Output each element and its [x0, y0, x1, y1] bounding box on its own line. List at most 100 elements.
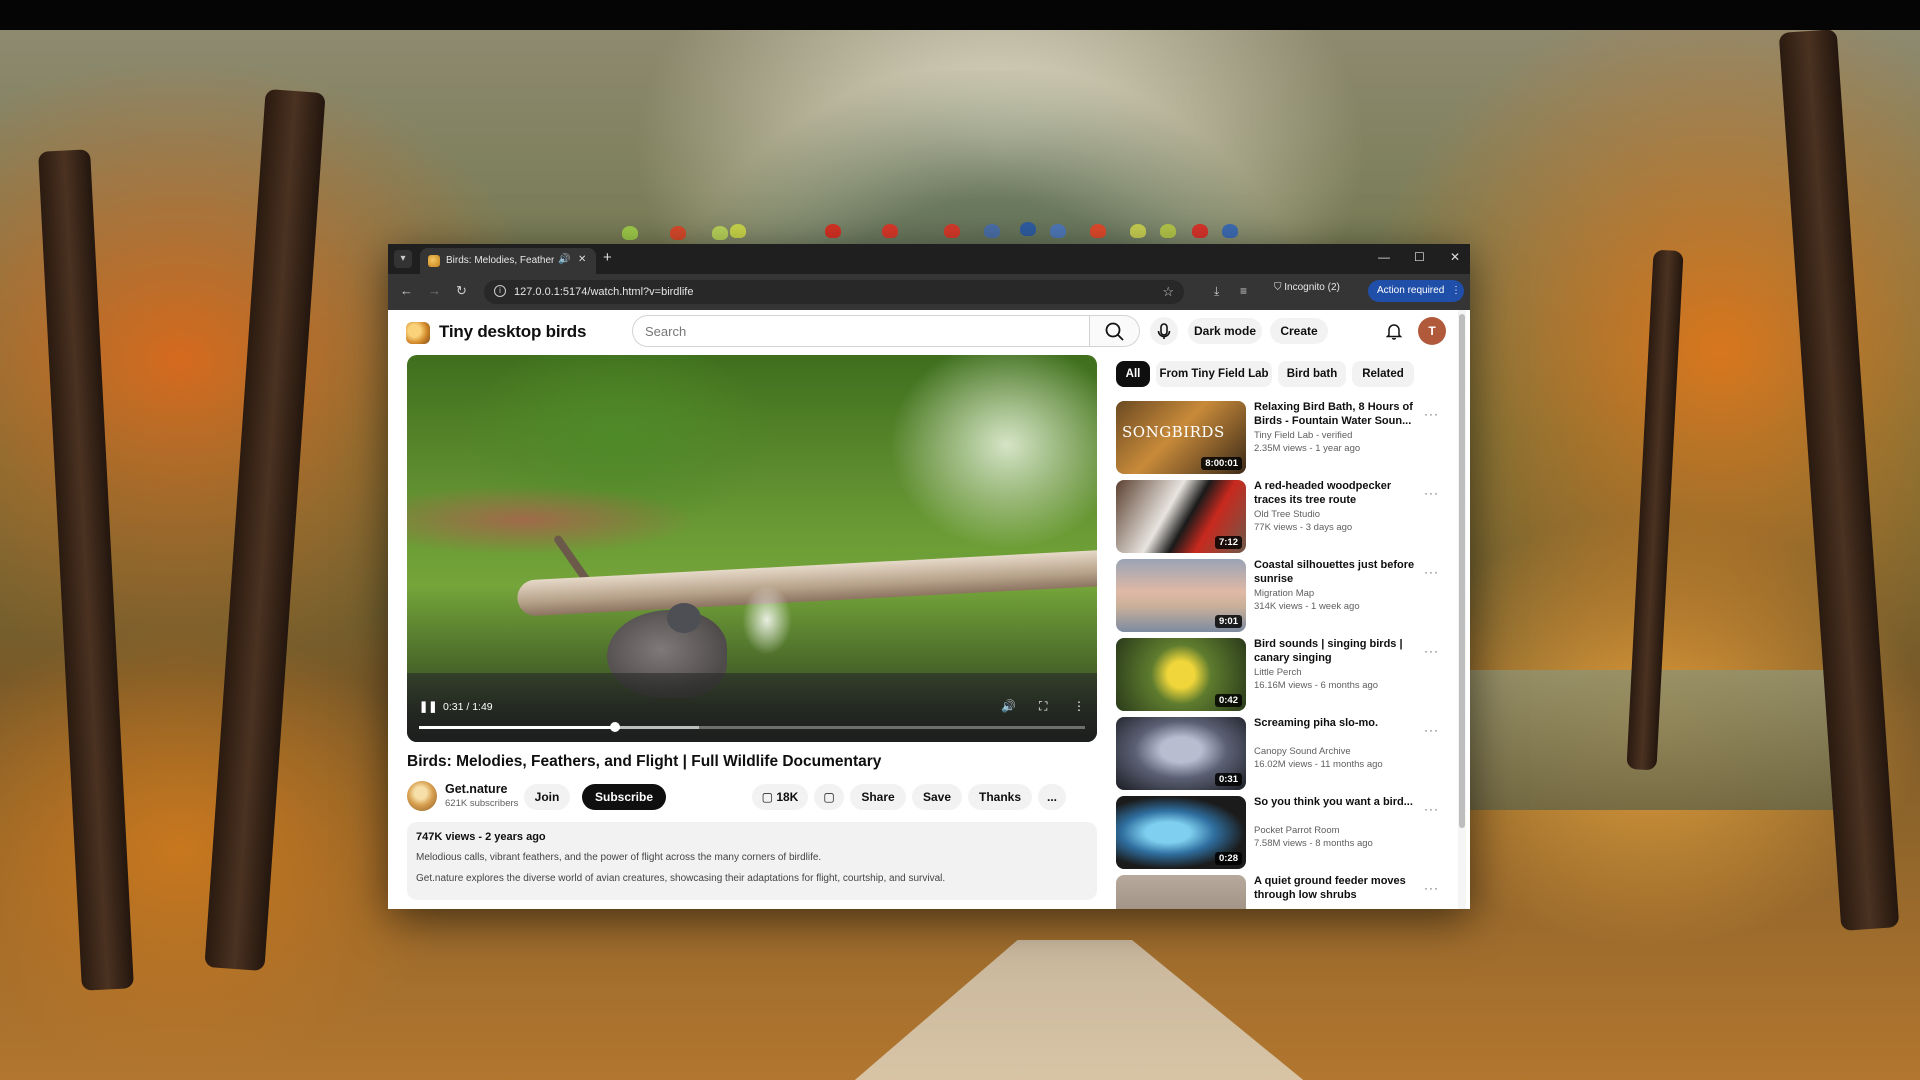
browser-tab[interactable]: Birds: Melodies, Feathers, and Flight | …	[420, 248, 596, 274]
desktop-bird[interactable]	[825, 224, 841, 238]
create-button[interactable]: Create	[1270, 318, 1328, 344]
tab-search-button[interactable]: ▾	[394, 250, 412, 268]
desktop-bird[interactable]	[882, 224, 898, 238]
address-bar[interactable]: i 127.0.0.1:5174/watch.html?v=birdlife ☆	[484, 280, 1184, 304]
channel-avatar[interactable]	[407, 781, 437, 811]
video-thumbnail[interactable]: 0:28	[1116, 796, 1246, 869]
notifications-button[interactable]	[1382, 319, 1406, 343]
thanks-button[interactable]: Thanks	[968, 784, 1032, 810]
video-thumbnail[interactable]: SONGBIRDS 8:00:01	[1116, 401, 1246, 474]
page-scrollbar[interactable]	[1458, 310, 1466, 909]
recommendation-title[interactable]: Screaming piha slo-mo.	[1254, 717, 1419, 731]
description-box[interactable]: 747K views - 2 years ago Melodious calls…	[407, 822, 1097, 900]
desktop-bird[interactable]	[1160, 224, 1176, 238]
more-options-icon[interactable]: ···	[1424, 802, 1439, 816]
chip-bird-bath[interactable]: Bird bath	[1278, 361, 1346, 387]
desktop-bird[interactable]	[670, 226, 686, 240]
download-icon[interactable]: ⤓	[1214, 284, 1219, 299]
user-avatar[interactable]: T	[1418, 317, 1446, 345]
site-logo-icon[interactable]	[406, 322, 430, 344]
action-required-button[interactable]: Action required ⋮	[1368, 280, 1464, 302]
channel-name[interactable]: Get.nature	[445, 782, 508, 796]
site-info-icon[interactable]: i	[494, 285, 506, 297]
maximize-button[interactable]: ☐	[1414, 250, 1425, 264]
desktop-bird[interactable]	[622, 226, 638, 240]
search-input[interactable]	[645, 322, 1045, 340]
recommendation-item[interactable]: 0:42 Bird sounds | singing birds | canar…	[1116, 638, 1446, 711]
desktop-bird[interactable]	[712, 226, 728, 240]
chip-all[interactable]: All	[1116, 361, 1150, 387]
media-controls-icon[interactable]: ≡	[1240, 284, 1247, 298]
volume-icon[interactable]: 🔊	[1001, 699, 1016, 713]
desktop-bird[interactable]	[1130, 224, 1146, 238]
more-options-icon[interactable]: ···	[1424, 723, 1439, 737]
more-options-icon[interactable]: ···	[1424, 407, 1439, 421]
incognito-indicator[interactable]: ⛉ Incognito (2)	[1274, 282, 1340, 293]
recommendation-item[interactable]: 7:12 A red-headed woodpecker traces its …	[1116, 480, 1446, 553]
minimize-button[interactable]: —	[1378, 250, 1390, 264]
reload-button[interactable]: ↻	[456, 283, 467, 299]
desktop-bird[interactable]	[1050, 224, 1066, 238]
recommendation-channel[interactable]: Canopy Sound Archive	[1254, 746, 1351, 757]
desktop-bird[interactable]	[944, 224, 960, 238]
more-options-icon[interactable]: ···	[1424, 565, 1439, 579]
forward-button[interactable]: →	[428, 283, 441, 298]
recommendation-item[interactable]: 9:01 Coastal silhouettes just before sun…	[1116, 559, 1446, 632]
back-button[interactable]: ←	[400, 283, 413, 298]
recommendation-item[interactable]: A quiet ground feeder moves through low …	[1116, 875, 1446, 909]
save-button[interactable]: Save	[912, 784, 962, 810]
desktop-bird[interactable]	[1222, 224, 1238, 238]
close-window-button[interactable]: ✕	[1450, 250, 1460, 264]
desktop-bird[interactable]	[1192, 224, 1208, 238]
dark-mode-button[interactable]: Dark mode	[1188, 318, 1262, 344]
fullscreen-icon[interactable]: ⛶	[1039, 699, 1047, 714]
recommendation-title[interactable]: A red-headed woodpecker traces its tree …	[1254, 480, 1419, 507]
more-options-icon[interactable]: ···	[1424, 644, 1439, 658]
video-thumbnail[interactable]: 0:42	[1116, 638, 1246, 711]
more-options-icon[interactable]: ···	[1424, 881, 1439, 895]
recommendation-title[interactable]: Coastal silhouettes just before sunrise	[1254, 559, 1419, 586]
join-button[interactable]: Join	[524, 784, 570, 810]
chip-related[interactable]: Related	[1352, 361, 1414, 387]
desktop-bird[interactable]	[1090, 224, 1106, 238]
dislike-button[interactable]: ▢	[814, 784, 844, 810]
desktop-bird[interactable]	[1020, 222, 1036, 236]
desktop-bird[interactable]	[984, 224, 1000, 238]
recommendation-title[interactable]: Relaxing Bird Bath, 8 Hours of Birds - F…	[1254, 401, 1419, 428]
recommendation-channel[interactable]: Tiny Field Lab - verified	[1254, 430, 1352, 441]
speaker-icon[interactable]: 🔊	[558, 254, 570, 265]
progress-bar[interactable]	[419, 722, 1085, 732]
video-thumbnail[interactable]	[1116, 875, 1246, 909]
recommendation-title[interactable]: A quiet ground feeder moves through low …	[1254, 875, 1419, 902]
recommendation-item[interactable]: 0:31 Screaming piha slo-mo. Canopy Sound…	[1116, 717, 1446, 790]
desktop-bird[interactable]	[730, 224, 746, 238]
player-settings-icon[interactable]: ⋮	[1073, 699, 1085, 713]
scrollbar-thumb[interactable]	[1459, 314, 1465, 828]
close-tab-icon[interactable]: ✕	[578, 254, 586, 265]
video-duration: 7:12	[1214, 536, 1242, 549]
recommendation-channel[interactable]: Migration Map	[1254, 588, 1314, 599]
recommendation-channel[interactable]: Pocket Parrot Room	[1254, 825, 1340, 836]
like-button[interactable]: ▢ 18K	[752, 784, 808, 810]
pause-button[interactable]: ❚❚	[419, 700, 437, 713]
site-name[interactable]: Tiny desktop birds	[439, 322, 586, 342]
video-player[interactable]: ❚❚ 0:31 / 1:49 🔊 ⛶ ⋮	[407, 355, 1097, 742]
recommendation-title[interactable]: Bird sounds | singing birds | canary sin…	[1254, 638, 1419, 665]
search-button[interactable]	[1090, 315, 1140, 347]
more-actions-button[interactable]: ...	[1038, 784, 1066, 810]
more-options-icon[interactable]: ···	[1424, 486, 1439, 500]
chip-from-tiny-field-lab[interactable]: From Tiny Field Lab	[1156, 361, 1272, 387]
video-thumbnail[interactable]: 0:31	[1116, 717, 1246, 790]
recommendation-title[interactable]: So you think you want a bird...	[1254, 796, 1419, 810]
video-thumbnail[interactable]: 7:12	[1116, 480, 1246, 553]
bookmark-star-icon[interactable]: ☆	[1162, 284, 1174, 300]
new-tab-button[interactable]: +	[603, 249, 612, 266]
share-button[interactable]: Share	[850, 784, 906, 810]
video-thumbnail[interactable]: 9:01	[1116, 559, 1246, 632]
recommendation-channel[interactable]: Little Perch	[1254, 667, 1302, 678]
recommendation-item[interactable]: SONGBIRDS 8:00:01 Relaxing Bird Bath, 8 …	[1116, 401, 1446, 474]
recommendation-channel[interactable]: Old Tree Studio	[1254, 509, 1320, 520]
voice-search-button[interactable]	[1150, 317, 1178, 345]
recommendation-item[interactable]: 0:28 So you think you want a bird... Poc…	[1116, 796, 1446, 869]
subscribe-button[interactable]: Subscribe	[582, 784, 666, 810]
